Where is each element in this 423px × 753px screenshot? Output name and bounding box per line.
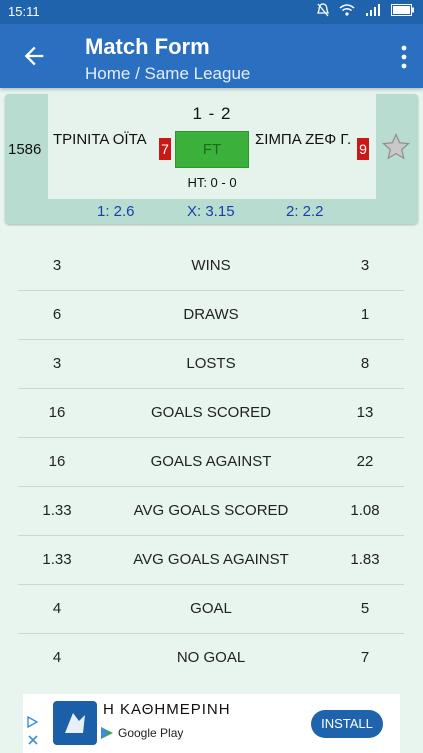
match-score: 1 - 2 [192,104,232,123]
google-play-label: Google Play [118,726,184,740]
install-button[interactable]: INSTALL [311,710,383,738]
google-play-badge: Google Play [100,726,183,740]
home-value: 16 [48,404,66,421]
favorite-star-icon[interactable] [381,132,411,162]
status-icons [317,3,415,17]
stats-row-goals-against: 16 GOALS AGAINST 22 [18,438,404,487]
app-bar: Match Form Home / Same League [0,24,423,88]
away-value: 13 [356,404,374,421]
stat-label: WINS [191,257,231,274]
match-id: 1586 [8,141,42,158]
away-value: 7 [360,649,370,666]
ad-close-icon[interactable] [27,734,39,746]
stats-row-draws: 6 DRAWS 1 [18,291,404,340]
stat-label: NO GOAL [176,649,246,666]
home-value: 4 [52,600,62,617]
stats-row-losts: 3 LOSTS 8 [18,340,404,389]
odds-draw: X: 3.15 [187,203,235,220]
back-arrow-icon[interactable] [20,42,48,70]
stat-label: LOSTS [186,355,236,372]
away-value: 1.83 [350,551,380,568]
home-team-badge: 7 [159,138,171,160]
stat-label: AVG GOALS AGAINST [133,551,289,568]
home-value: 4 [52,649,62,666]
home-value: 3 [52,355,62,372]
match-status: FT [175,131,249,168]
signal-icon [366,4,380,16]
stat-label: GOAL [190,600,232,617]
home-value: 3 [52,257,62,274]
stats-table: 3 WINS 3 6 DRAWS 1 3 LOSTS 8 16 GOALS SCORED 13 … [18,242,404,682]
battery-icon [391,4,414,16]
mute-icon [317,3,329,17]
stat-label: GOALS SCORED [150,404,272,421]
page-subtitle: Home / Same League [85,64,251,83]
away-value: 1.08 [350,502,380,519]
home-value: 1.33 [42,551,72,568]
odds-away: 2: 2.2 [286,203,324,220]
page-title: Match Form [85,34,210,59]
ad-app-logo [53,701,97,745]
stats-row-no-goal: 4 NO GOAL 7 [18,634,404,682]
away-team-name: ΣΙΜΠΑ ΖΕΦ Γ. [255,131,352,148]
away-team-badge: 9 [357,138,369,160]
ad-app-name: Η ΚΑΘΗΜΕΡΙΝΗ [103,701,231,718]
status-time: 15:11 [8,4,40,19]
away-value: 1 [360,306,370,323]
google-play-icon [101,727,113,739]
stat-label: GOALS AGAINST [150,453,272,470]
away-value: 22 [356,453,374,470]
away-value: 8 [360,355,370,372]
home-value: 6 [52,306,62,323]
away-value: 5 [360,600,370,617]
status-bar: 15:11 [0,0,423,24]
stat-label: AVG GOALS SCORED [133,502,289,519]
match-card[interactable]: 1586 1 - 2 ΤΡΙΝΙΤΑ ΟΪΤΑ 7 FT ΣΙΜΠΑ ΖΕΦ Γ… [5,94,418,224]
stat-label: DRAWS [183,306,239,323]
more-options-icon[interactable] [399,44,409,70]
home-team-name: ΤΡΙΝΙΤΑ ΟΪΤΑ [53,131,147,148]
stats-row-goals-scored: 16 GOALS SCORED 13 [18,389,404,438]
stats-row-goal: 4 GOAL 5 [18,585,404,634]
stats-row-wins: 3 WINS 3 [18,242,404,291]
home-value: 1.33 [42,502,72,519]
ad-choices-icon[interactable] [26,716,38,728]
odds-home: 1: 2.6 [97,203,135,220]
home-value: 16 [48,453,66,470]
stats-row-avg-goals-scored: 1.33 AVG GOALS SCORED 1.08 [18,487,404,536]
ad-banner[interactable]: Η ΚΑΘΗΜΕΡΙΝΗ Google Play INSTALL [23,694,400,753]
away-value: 3 [360,257,370,274]
wifi-icon [339,4,355,16]
halftime-score: HT: 0 - 0 [187,175,237,190]
stats-row-avg-goals-against: 1.33 AVG GOALS AGAINST 1.83 [18,536,404,585]
